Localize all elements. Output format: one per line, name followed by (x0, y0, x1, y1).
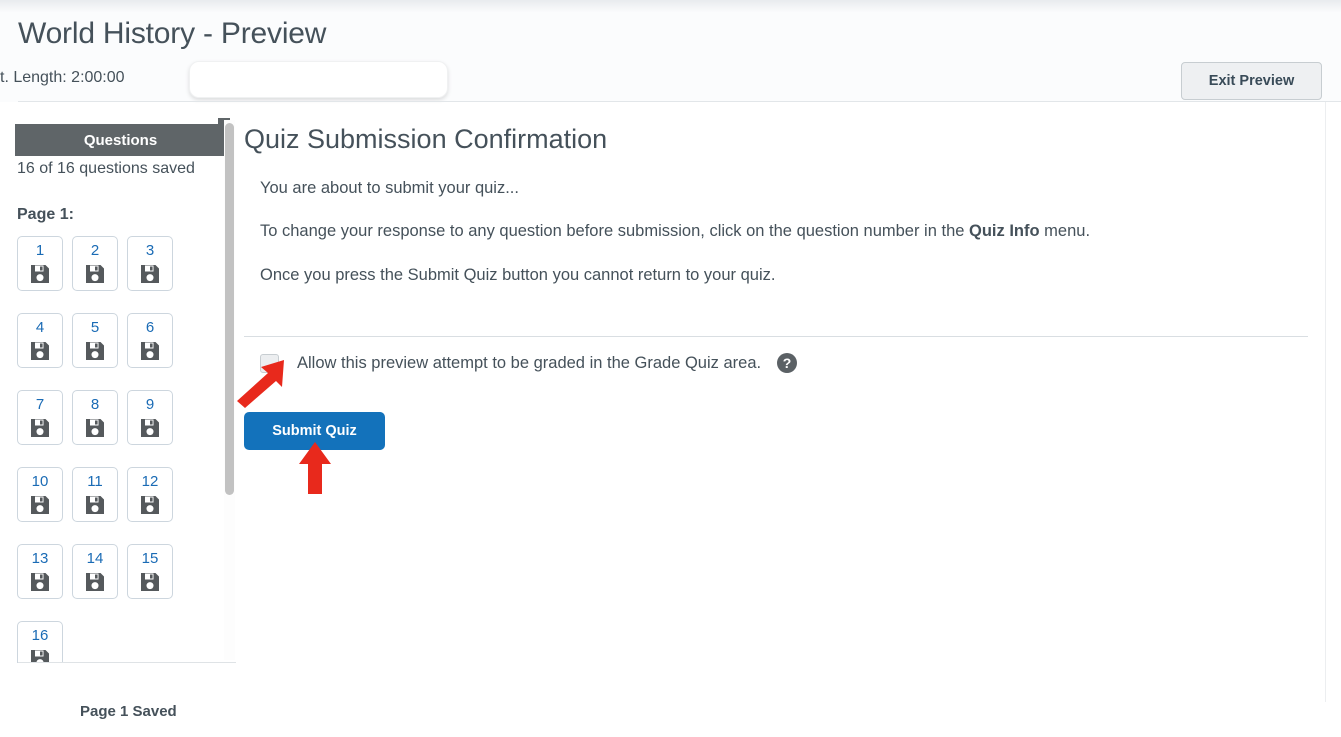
question-number: 14 (86, 549, 104, 567)
main-content: Quiz Submission Confirmation You are abo… (238, 118, 1325, 678)
question-number: 7 (35, 395, 45, 413)
floppy-disk-save-icon (139, 340, 161, 362)
question-mark-circle-icon[interactable]: ? (776, 352, 798, 374)
question-tile[interactable]: 4 (17, 313, 63, 368)
page-title: World History - Preview (18, 17, 327, 50)
allow-grade-checkbox[interactable] (260, 353, 279, 373)
question-tile[interactable]: 15 (127, 544, 173, 599)
questions-saved-count: 16 of 16 questions saved (17, 160, 195, 177)
question-tile[interactable]: 8 (72, 390, 118, 445)
floppy-disk-save-icon (29, 494, 51, 516)
page-group-label: Page 1: (17, 206, 74, 223)
question-tile[interactable]: 2 (72, 236, 118, 291)
question-number: 5 (90, 318, 100, 336)
quiz-preview-page: World History - Preview st. Length: 2:00… (0, 0, 1341, 737)
content-divider (244, 336, 1308, 337)
floppy-disk-save-icon (29, 648, 51, 663)
question-number: 15 (141, 549, 159, 567)
question-tile[interactable]: 14 (72, 544, 118, 599)
allow-grade-label: Allow this preview attempt to be graded … (297, 353, 762, 372)
allow-grade-row: Allow this preview attempt to be graded … (260, 352, 798, 374)
question-tile[interactable]: 5 (72, 313, 118, 368)
question-number: 2 (90, 241, 100, 259)
floppy-disk-save-icon (29, 263, 51, 285)
floppy-disk-save-icon (84, 571, 106, 593)
svg-text:?: ? (783, 355, 792, 371)
confirmation-paragraph-1: You are about to submit your quiz... (260, 179, 519, 197)
question-tile[interactable]: 12 (127, 467, 173, 522)
question-number: 9 (145, 395, 155, 413)
question-number: 3 (145, 241, 155, 259)
floppy-disk-save-icon (139, 263, 161, 285)
question-tile[interactable]: 9 (127, 390, 173, 445)
questions-panel-title: Questions (15, 124, 226, 156)
question-tile[interactable]: 6 (127, 313, 173, 368)
paragraph-2-text-after: menu. (1039, 222, 1091, 240)
floppy-disk-save-icon (139, 494, 161, 516)
page-right-divider (1325, 102, 1326, 702)
header-divider (18, 101, 1341, 102)
floppy-disk-save-icon (29, 417, 51, 439)
question-number: 12 (141, 472, 159, 490)
submit-quiz-button[interactable]: Submit Quiz (244, 412, 385, 450)
confirmation-paragraph-3: Once you press the Submit Quiz button yo… (260, 266, 776, 284)
floppy-disk-save-icon (139, 417, 161, 439)
question-number: 13 (31, 549, 49, 567)
question-number: 4 (35, 318, 45, 336)
question-tile[interactable]: 13 (17, 544, 63, 599)
question-number: 8 (90, 395, 100, 413)
question-tile[interactable]: 16 (17, 621, 63, 663)
quiz-header: World History - Preview st. Length: 2:00… (0, 12, 1341, 102)
question-number: 10 (31, 472, 49, 490)
floppy-disk-save-icon (29, 571, 51, 593)
sidebar-divider (18, 662, 236, 663)
question-number: 16 (31, 626, 49, 644)
exit-preview-button[interactable]: Exit Preview (1181, 62, 1322, 100)
question-number: 6 (145, 318, 155, 336)
question-tile-grid: 1 2 3 4 5 6 7 8 9 10 11 12 13 14 15 16 (17, 236, 217, 663)
question-number: 11 (87, 472, 103, 490)
browser-chrome-strip (0, 0, 1341, 12)
estimated-length-label: st. Length: 2:00:00 (0, 69, 125, 86)
questions-sidebar: Questions 16 of 16 questions saved Page … (0, 118, 238, 663)
question-number: 1 (35, 241, 45, 259)
floppy-disk-save-icon (84, 340, 106, 362)
paragraph-2-text-before: To change your response to any question … (260, 222, 970, 240)
quiz-timer-box (189, 61, 448, 98)
quiz-info-emphasis: Quiz Info (969, 222, 1040, 240)
floppy-disk-save-icon (84, 263, 106, 285)
floppy-disk-save-icon (139, 571, 161, 593)
confirmation-paragraph-2: To change your response to any question … (260, 222, 1090, 241)
confirmation-heading: Quiz Submission Confirmation (244, 124, 608, 154)
page-saved-status: Page 1 Saved (80, 703, 177, 720)
question-tile[interactable]: 7 (17, 390, 63, 445)
floppy-disk-save-icon (84, 494, 106, 516)
question-tile[interactable]: 3 (127, 236, 173, 291)
question-tile[interactable]: 10 (17, 467, 63, 522)
floppy-disk-save-icon (29, 340, 51, 362)
question-tile[interactable]: 1 (17, 236, 63, 291)
floppy-disk-save-icon (84, 417, 106, 439)
sidebar-scrollbar-thumb[interactable] (225, 123, 234, 495)
question-tile[interactable]: 11 (72, 467, 118, 522)
